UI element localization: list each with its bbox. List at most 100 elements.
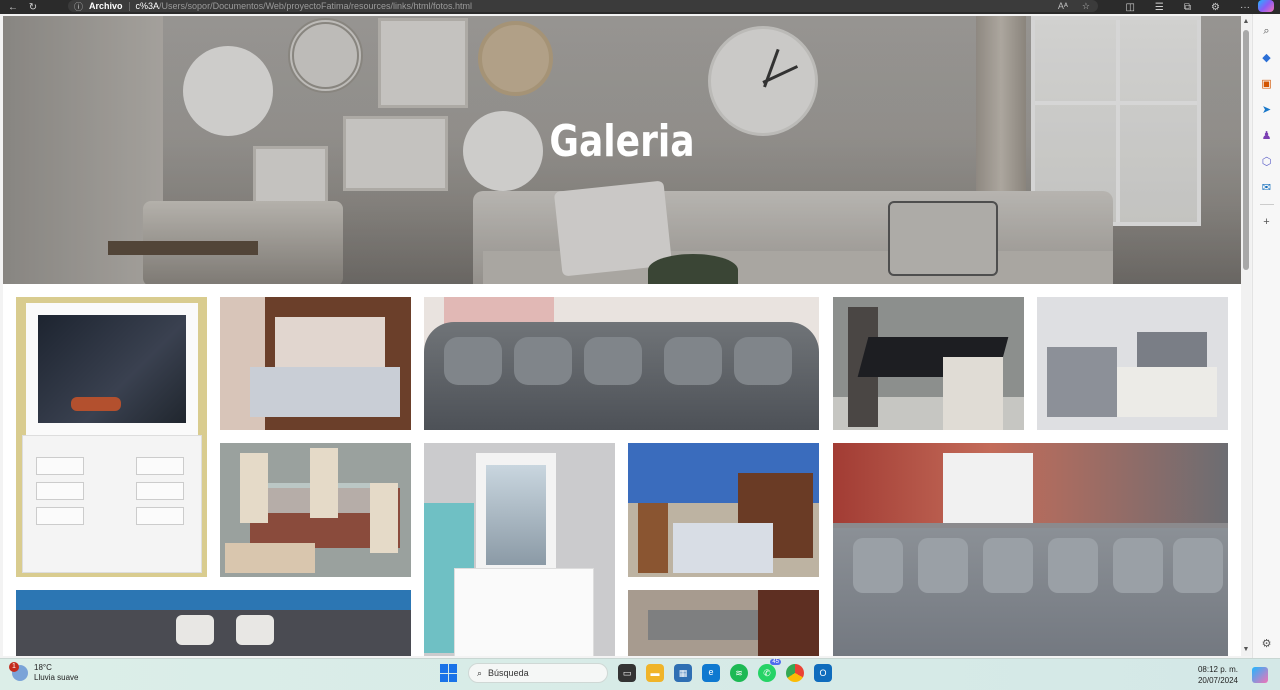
photo-detail [454,568,594,656]
photo-detail [1117,367,1217,417]
more-icon[interactable]: ··· [1240,2,1250,13]
extensions-icon[interactable]: ⚙ [1211,2,1220,13]
photo-detail [584,337,642,385]
scroll-thumb[interactable] [1243,30,1249,270]
photo-detail [444,337,502,385]
read-aloud-icon[interactable]: Aᴬ [1058,1,1068,12]
gallery-photo-bedroom-set-light[interactable] [220,297,411,430]
file-scheme-label: Archivo [89,1,123,11]
whatsapp-icon[interactable]: ✆ 45 [758,659,781,682]
photo-detail [250,367,400,417]
office-icon[interactable]: ⬡ [1258,152,1276,170]
taskbar-search[interactable]: ⌕ Búsqueda [468,663,608,683]
photo-detail [370,483,398,553]
photo-detail [1113,538,1163,593]
page-scrollbar[interactable]: ▲ ▼ [1241,16,1251,656]
gallery-photo-dark-sectional-sofa[interactable] [16,590,411,656]
scroll-down-icon[interactable]: ▼ [1242,646,1250,654]
photo-detail [664,337,722,385]
photo-detail [36,457,84,475]
search-icon: ⌕ [477,667,483,678]
photo-detail [136,457,184,475]
search-placeholder: Búsqueda [488,668,529,678]
gallery-photo-dining-set-glass[interactable] [220,443,411,577]
favorites-icon[interactable]: ☰ [1155,2,1164,13]
chrome-icon[interactable] [786,664,804,682]
url-path: /Users/sopor/Documentos/Web/proyectoFati… [159,1,472,11]
file-explorer-icon[interactable]: ▬ [646,664,664,682]
gallery-photo-grey-sectional-large[interactable] [833,443,1228,656]
system-clock[interactable]: 08:12 p. m. 20/07/2024 [1198,664,1238,686]
photo-detail [22,435,202,573]
search-icon[interactable]: ⌕ [1258,22,1276,40]
outlook-icon[interactable]: ✉ [1258,178,1276,196]
photo-detail [240,453,268,523]
photo-detail [943,453,1033,523]
photo-detail [71,397,121,411]
photo-detail [638,503,668,573]
gallery-photo-bedroom-set-grey[interactable] [1037,297,1228,430]
photo-detail [1137,332,1207,372]
page-title: Galeria [549,116,695,167]
toolbox-icon[interactable]: ▣ [1258,74,1276,92]
photo-detail [36,507,84,525]
whatsapp-count: 45 [770,659,781,665]
back-icon[interactable]: ← [6,0,20,14]
photo-detail [176,615,214,645]
edge-icon[interactable]: e [702,664,720,682]
games-icon[interactable]: ♟ [1258,126,1276,144]
weather-desc: Lluvia suave [34,673,79,682]
photo-detail [136,482,184,500]
browser-sidebar: ⌕ ◆ ▣ ➤ ♟ ⬡ ✉ + ⚙ [1252,14,1280,658]
gallery-photo-vanity-white-2[interactable] [424,443,615,656]
copilot-icon[interactable] [1258,0,1274,12]
store-icon[interactable]: ▦ [674,664,692,682]
hero-banner: Galeria [3,16,1241,284]
weather-widget[interactable]: 1 18°C Lluvia suave [9,662,79,683]
gallery-photo-bed-headboard[interactable] [628,590,819,656]
photo-detail [514,337,572,385]
task-view-icon[interactable]: ▭ [618,664,636,682]
favorite-star-icon[interactable]: ☆ [1082,1,1090,12]
gallery-photo-grey-sectional-sofa[interactable] [424,297,819,430]
outlook-icon[interactable]: O [814,664,832,682]
spotify-icon[interactable]: ≋ [730,664,748,682]
photo-detail [983,538,1033,593]
photo-detail [486,465,546,565]
taskbar: 1 18°C Lluvia suave ⌕ Búsqueda ▭ ▬ ▦ e ≋… [0,658,1280,690]
notification-badge: 1 [9,662,19,672]
refresh-icon[interactable]: ↻ [26,0,40,14]
gallery-photo-dining-set-black[interactable] [833,297,1024,430]
photo-detail [136,507,184,525]
collections-icon[interactable]: ⧉ [1184,2,1191,13]
photo-detail [1048,538,1098,593]
photo-detail [310,448,338,518]
address-separator [128,1,130,11]
gallery-photo-bedroom-set-wood[interactable] [628,443,819,577]
photo-detail [734,337,792,385]
send-icon[interactable]: ➤ [1258,100,1276,118]
scroll-up-icon[interactable]: ▲ [1242,18,1250,26]
photo-detail [225,543,315,573]
settings-icon[interactable]: ⚙ [1258,634,1276,652]
address-bar[interactable]: ⓘ Archivo c%3A/Users/sopor/Documentos/We… [68,0,1098,12]
windows-start-icon[interactable] [440,664,458,682]
page-viewport: Galeria ▲ ▼ [3,16,1251,656]
browser-actions: ◫ ☰ ⧉ ⚙ ··· [1125,0,1250,14]
split-screen-icon[interactable]: ◫ [1125,2,1134,13]
photo-detail [16,590,411,610]
weather-icon: 1 [9,662,28,681]
add-icon[interactable]: + [1258,213,1276,231]
taskbar-apps: ⌕ Búsqueda ▭ ▬ ▦ e ≋ ✆ 45 O [440,659,832,683]
photo-detail [918,538,968,593]
url-host: c%3A [135,1,160,11]
info-icon[interactable]: ⓘ [74,0,83,13]
photo-detail [673,523,773,573]
browser-toolbar: ← ↻ ⓘ Archivo c%3A/Users/sopor/Documento… [0,0,1280,14]
clock-date: 20/07/2024 [1197,676,1238,685]
gallery-photo-vanity-white-mirror[interactable] [16,297,207,577]
copilot-tray-icon[interactable] [1252,667,1268,683]
address-actions: Aᴬ ☆ [1058,1,1090,12]
photo-detail [1047,347,1117,417]
shopping-tag-icon[interactable]: ◆ [1258,48,1276,66]
